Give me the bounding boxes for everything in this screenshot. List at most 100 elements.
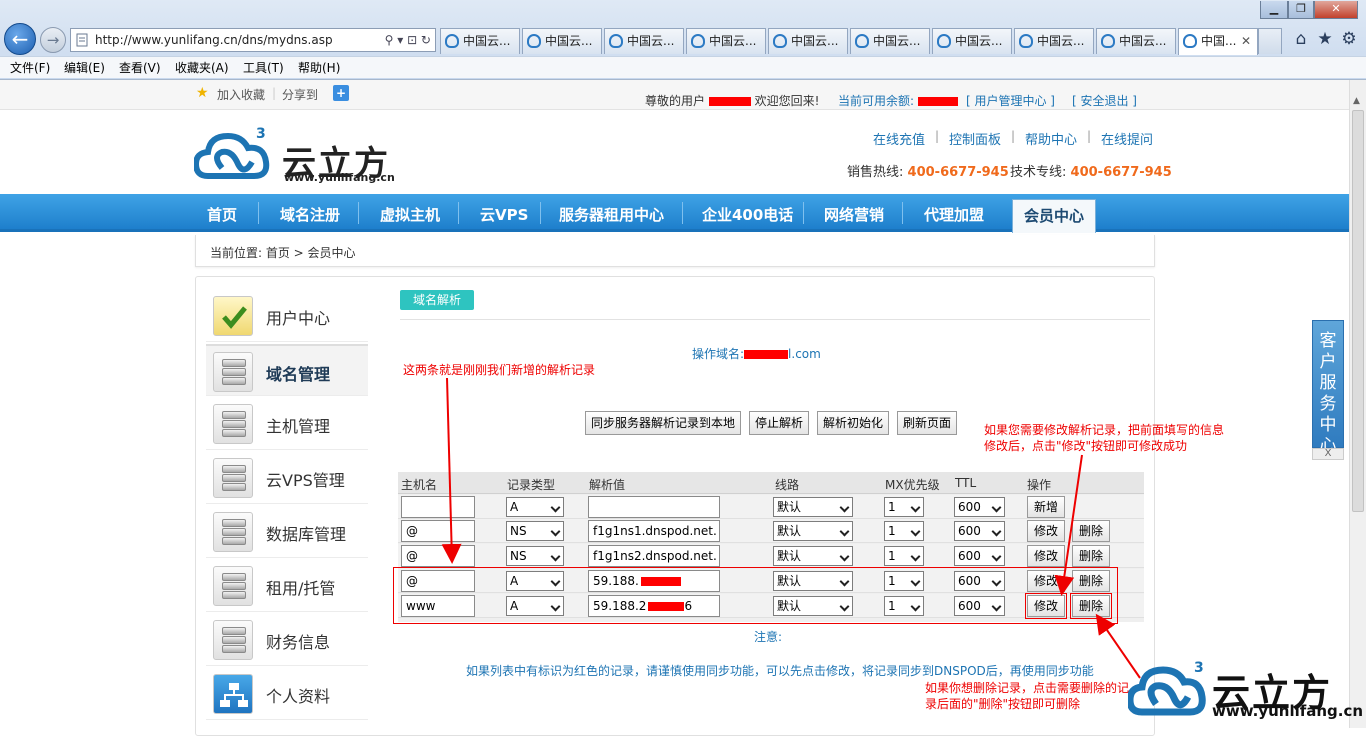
note-title: 注意: [754,630,783,644]
sidebar-item[interactable]: 主机管理 [206,398,368,450]
redacted-domain [744,350,789,359]
sidebar-item[interactable]: 个人资料 [206,668,368,720]
ttl-select[interactable]: 600 [954,521,1005,541]
database-stack-icon [213,404,253,444]
line-select[interactable]: 默认 [773,546,853,566]
nav-member-center[interactable]: 会员中心 [1012,199,1096,233]
menu-item[interactable]: 查看(V) [119,59,161,76]
operating-domain: 操作域名: l.com [692,347,821,361]
nav-home[interactable]: 首页 [207,204,237,225]
close-window-button[interactable]: ✕ [1314,1,1358,19]
menu-item[interactable]: 工具(T) [243,59,284,76]
host-input[interactable]: @ [401,520,475,542]
browser-tab[interactable]: 中国云... [440,28,520,54]
back-button[interactable]: ← [4,23,36,55]
address-controls-icon[interactable]: ⚲ ▾ ⊡ ↻ [385,29,431,51]
mx-priority-select[interactable]: 1 [884,546,924,566]
share-plus-icon[interactable]: + [333,85,349,101]
ttl-select[interactable]: 600 [954,546,1005,566]
logout-link[interactable]: [ 安全退出 ] [1072,92,1137,109]
customer-service-panel[interactable]: 客户服务中心 [1312,320,1344,456]
ttl-select[interactable]: 600 [954,497,1005,517]
menu-item[interactable]: 编辑(E) [64,59,105,76]
user-center-link[interactable]: [ 用户管理中心 ] [966,92,1055,109]
column-header-actions: 操作 [1027,478,1052,492]
nav-separator [540,202,541,224]
menu-item[interactable]: 收藏夹(A) [175,59,229,76]
nav-virtual-host[interactable]: 虚拟主机 [380,204,440,225]
sidebar-item-label: 云VPS管理 [266,471,345,490]
value-input[interactable]: f1g1ns1.dnspod.net. [588,520,720,542]
record-type-select[interactable]: A [506,497,564,517]
address-bar[interactable]: http://www.yunlifang.cn/dns/mydns.asp ⚲ … [70,28,436,52]
menu-item[interactable]: 帮助(H) [298,59,340,76]
nav-marketing[interactable]: 网络营销 [824,204,884,225]
forward-button[interactable]: → [40,27,66,53]
value-input[interactable] [588,496,720,518]
sidebar-item[interactable]: 用户中心 [206,290,368,342]
new-tab-button[interactable] [1258,28,1282,54]
tab-dns-resolution[interactable]: 域名解析 [400,290,474,310]
browser-tab[interactable]: 中国... ✕ [1178,28,1258,55]
nav-agent[interactable]: 代理加盟 [924,204,984,225]
settings-gear-icon[interactable]: ⚙ [1338,28,1360,50]
host-input[interactable]: @ [401,545,475,567]
line-select[interactable]: 默认 [773,521,853,541]
close-tab-icon[interactable]: ✕ [1241,29,1251,53]
separator: | [272,86,277,100]
modify-button[interactable]: 修改 [1027,520,1065,542]
line-select[interactable]: 默认 [773,497,853,517]
database-stack-icon [213,512,253,552]
browser-tab[interactable]: 中国云... [768,28,848,54]
favorites-star-icon[interactable]: ★ [1314,28,1336,50]
customer-service-close-button[interactable]: X [1312,448,1344,460]
sidebar-item[interactable]: 云VPS管理 [206,452,368,504]
nav-server-rental[interactable]: 服务器租用中心 [559,204,664,225]
sidebar-item[interactable]: 数据库管理 [206,506,368,558]
record-type-select[interactable]: NS [506,521,564,541]
sales-hotline: 销售热线: 400-6677-945 [847,165,1009,180]
maximize-button[interactable]: ❐ [1288,1,1314,19]
page-scrollbar[interactable]: ▲ [1349,80,1366,728]
sidebar-item[interactable]: 财务信息 [206,614,368,666]
header-link-help[interactable]: 帮助中心 [1025,129,1077,148]
header-link-ask[interactable]: 在线提问 [1101,129,1153,148]
browser-tab[interactable]: 中国云... [1096,28,1176,54]
share-link[interactable]: 分享到 [282,86,318,103]
minimize-button[interactable]: ▁ [1260,1,1288,19]
browser-tab[interactable]: 中国云... [604,28,684,54]
tab-favicon-icon [1019,34,1033,48]
add-favorite-link[interactable]: 加入收藏 [217,86,265,103]
browser-tab[interactable]: 中国云... [1014,28,1094,54]
sync-records-button[interactable]: 同步服务器解析记录到本地 [585,411,742,435]
value-text: f1g1ns2.dnspod.net. [593,549,717,563]
browser-tab[interactable]: 中国云... [850,28,930,54]
delete-button[interactable]: 删除 [1072,520,1110,542]
init-resolution-button[interactable]: 解析初始化 [817,411,890,435]
record-type-select[interactable]: NS [506,546,564,566]
scroll-up-icon[interactable]: ▲ [1353,96,1360,106]
modify-button[interactable]: 修改 [1027,545,1065,567]
nav-cloud-vps[interactable]: 云VPS [480,204,528,225]
nav-400-phone[interactable]: 企业400电话 [702,204,793,225]
browser-tab[interactable]: 中国云... [686,28,766,54]
value-input[interactable]: f1g1ns2.dnspod.net. [588,545,720,567]
home-icon[interactable]: ⌂ [1290,28,1312,50]
mx-priority-select[interactable]: 1 [884,521,924,541]
browser-tab[interactable]: 中国云... [522,28,602,54]
scrollbar-thumb[interactable] [1352,110,1364,512]
menu-item[interactable]: 文件(F) [10,59,50,76]
sidebar-item[interactable]: 域名管理 [206,344,368,396]
delete-button[interactable]: 删除 [1072,545,1110,567]
column-header-ttl: TTL [955,476,977,490]
sidebar-item[interactable]: 租用/托管 [206,560,368,612]
browser-tab[interactable]: 中国云... [932,28,1012,54]
stop-resolution-button[interactable]: 停止解析 [749,411,810,435]
header-link-recharge[interactable]: 在线充值 [873,129,925,148]
host-input[interactable] [401,496,475,518]
refresh-page-button[interactable]: 刷新页面 [897,411,958,435]
nav-domain-register[interactable]: 域名注册 [280,204,340,225]
mx-priority-select[interactable]: 1 [884,497,924,517]
header-link-control-panel[interactable]: 控制面板 [949,129,1001,148]
add-record-button[interactable]: 新增 [1027,496,1065,518]
